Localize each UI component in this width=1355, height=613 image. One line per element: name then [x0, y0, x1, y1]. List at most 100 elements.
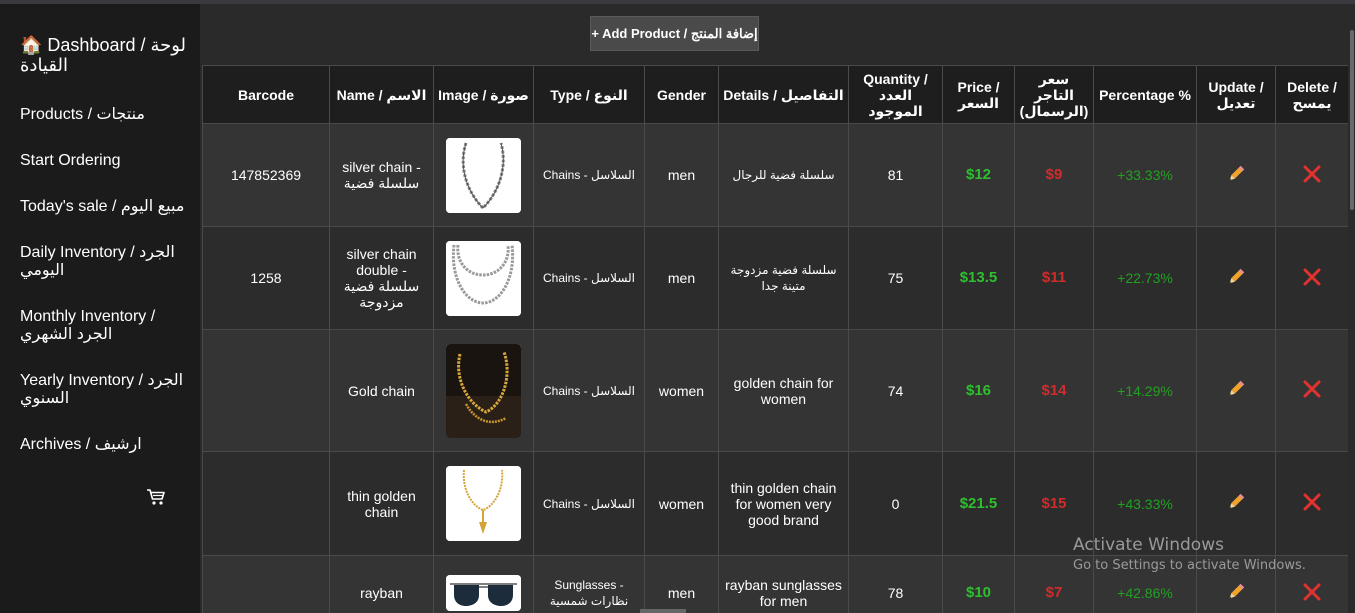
header-price[interactable]: Price / السعر: [942, 65, 1015, 124]
cell-barcode: 147852369: [202, 123, 330, 227]
cell-update: [1196, 329, 1276, 452]
sidebar-item-monthly-inventory[interactable]: Monthly Inventory / الجرد الشهري: [20, 308, 190, 344]
cell-delete: [1275, 451, 1348, 556]
close-icon[interactable]: [1303, 493, 1321, 511]
cell-cost: $11: [1014, 226, 1094, 330]
cell-name: rayban: [329, 555, 434, 613]
rayban-sunglasses-image: [446, 575, 521, 611]
pencil-icon[interactable]: [1226, 267, 1246, 287]
cell-price: $10: [942, 555, 1015, 613]
cell-percentage: +42.86%: [1093, 555, 1197, 613]
cell-barcode: [202, 451, 330, 556]
silver-chain-image: [446, 137, 521, 213]
sidebar-item-todays-sale[interactable]: Today's sale / مبيع اليوم: [20, 198, 190, 216]
pencil-icon[interactable]: [1226, 164, 1246, 184]
cell-update: [1196, 226, 1276, 330]
shopping-cart-icon[interactable]: [146, 488, 166, 506]
add-product-button[interactable]: + Add Product / إضافة المنتج: [590, 16, 759, 51]
cell-gender: men: [644, 226, 719, 330]
header-update[interactable]: Update / تعديل: [1196, 65, 1276, 124]
header-delete[interactable]: Delete / يمسح: [1275, 65, 1348, 124]
cell-type: Chains - السلاسل: [533, 123, 645, 227]
cell-name: silver chain double - سلسلة فضية مزدوجة: [329, 226, 434, 330]
cell-name: thin golden chain: [329, 451, 434, 556]
cell-details: سلسلة فضية للرجال: [718, 123, 849, 227]
pencil-icon[interactable]: [1226, 492, 1246, 512]
thin-golden-chain-image: [446, 466, 521, 541]
close-icon[interactable]: [1303, 165, 1321, 183]
sidebar-item-start-ordering[interactable]: Start Ordering: [20, 152, 190, 170]
products-table: Barcode Name / الاسم Image / صورة Type /…: [202, 65, 1348, 613]
header-quantity[interactable]: Quantity / العدد الموجود: [848, 65, 943, 124]
cell-price: $16: [942, 329, 1015, 452]
close-icon[interactable]: [1303, 268, 1321, 286]
sidebar-item-products[interactable]: Products / منتجات: [20, 106, 190, 124]
pencil-icon[interactable]: [1226, 582, 1246, 602]
cell-percentage: +33.33%: [1093, 123, 1197, 227]
main-content: + Add Product / إضافة المنتج Barcode Nam…: [200, 4, 1348, 613]
cell-cost: $9: [1014, 123, 1094, 227]
cell-type: Chains - السلاسل: [533, 226, 645, 330]
cell-delete: [1275, 226, 1348, 330]
cell-details: thin golden chain for women very good br…: [718, 451, 849, 556]
cell-percentage: +14.29%: [1093, 329, 1197, 452]
cell-image: [433, 555, 534, 613]
gold-chain-image: [446, 343, 521, 438]
header-gender[interactable]: Gender: [644, 65, 719, 124]
table-header-row: Barcode Name / الاسم Image / صورة Type /…: [202, 65, 1348, 124]
cell-delete: [1275, 123, 1348, 227]
cell-name: silver chain - سلسلة فضية: [329, 123, 434, 227]
cell-image: [433, 226, 534, 330]
table-row: 147852369 silver chain - سلسلة فضية Chai…: [202, 123, 1348, 227]
cell-cost: $15: [1014, 451, 1094, 556]
cell-cost: $7: [1014, 555, 1094, 613]
sidebar-item-dashboard[interactable]: 🏠 Dashboard / لوحة القيادة: [20, 35, 190, 75]
cell-name: Gold chain: [329, 329, 434, 452]
cell-image: [433, 451, 534, 556]
cell-image: [433, 123, 534, 227]
cell-price: $12: [942, 123, 1015, 227]
cell-quantity: 75: [848, 226, 943, 330]
table-row: rayban Sunglasses - نظارات شمسية men ray…: [202, 555, 1348, 613]
cell-update: [1196, 123, 1276, 227]
close-icon[interactable]: [1303, 380, 1321, 398]
header-percentage[interactable]: Percentage %: [1093, 65, 1197, 124]
silver-double-chain-image: [446, 240, 521, 316]
cell-barcode: 1258: [202, 226, 330, 330]
cell-delete: [1275, 329, 1348, 452]
cell-gender: women: [644, 451, 719, 556]
products-table-container: Barcode Name / الاسم Image / صورة Type /…: [202, 65, 1348, 613]
header-cost[interactable]: سعر التاجر (الرسمال): [1014, 65, 1094, 124]
cell-update: [1196, 451, 1276, 556]
close-icon[interactable]: [1303, 583, 1321, 601]
horizontal-scrollbar-thumb[interactable]: [640, 609, 686, 613]
cell-type: Sunglasses - نظارات شمسية: [533, 555, 645, 613]
cell-quantity: 81: [848, 123, 943, 227]
cell-barcode: [202, 329, 330, 452]
cell-type: Chains - السلاسل: [533, 329, 645, 452]
vertical-scrollbar-thumb[interactable]: [1350, 30, 1354, 210]
cell-details: سلسلة فضية مزدوجة متينة جدا: [718, 226, 849, 330]
sidebar-item-yearly-inventory[interactable]: Yearly Inventory / الجرد السنوي: [20, 372, 190, 408]
cell-update: [1196, 555, 1276, 613]
sidebar-item-archives[interactable]: Archives / ارشيف: [20, 436, 190, 454]
cell-quantity: 78: [848, 555, 943, 613]
cell-gender: men: [644, 123, 719, 227]
sidebar: 🏠 Dashboard / لوحة القيادة Products / من…: [0, 4, 200, 613]
cell-percentage: +22.73%: [1093, 226, 1197, 330]
cell-cost: $14: [1014, 329, 1094, 452]
pencil-icon[interactable]: [1226, 379, 1246, 399]
header-image[interactable]: Image / صورة: [433, 65, 534, 124]
table-row: Gold chain Chains - السلاسل women golden…: [202, 329, 1348, 452]
cell-gender: women: [644, 329, 719, 452]
cell-percentage: +43.33%: [1093, 451, 1197, 556]
header-type[interactable]: Type / النوع: [533, 65, 645, 124]
header-name[interactable]: Name / الاسم: [329, 65, 434, 124]
table-row: 1258 silver chain double - سلسلة فضية مز…: [202, 226, 1348, 330]
header-barcode[interactable]: Barcode: [202, 65, 330, 124]
sidebar-item-daily-inventory[interactable]: Daily Inventory / الجرد اليومي: [20, 244, 190, 280]
header-details[interactable]: Details / التفاصيل: [718, 65, 849, 124]
cell-price: $21.5: [942, 451, 1015, 556]
cell-gender: men: [644, 555, 719, 613]
cell-price: $13.5: [942, 226, 1015, 330]
